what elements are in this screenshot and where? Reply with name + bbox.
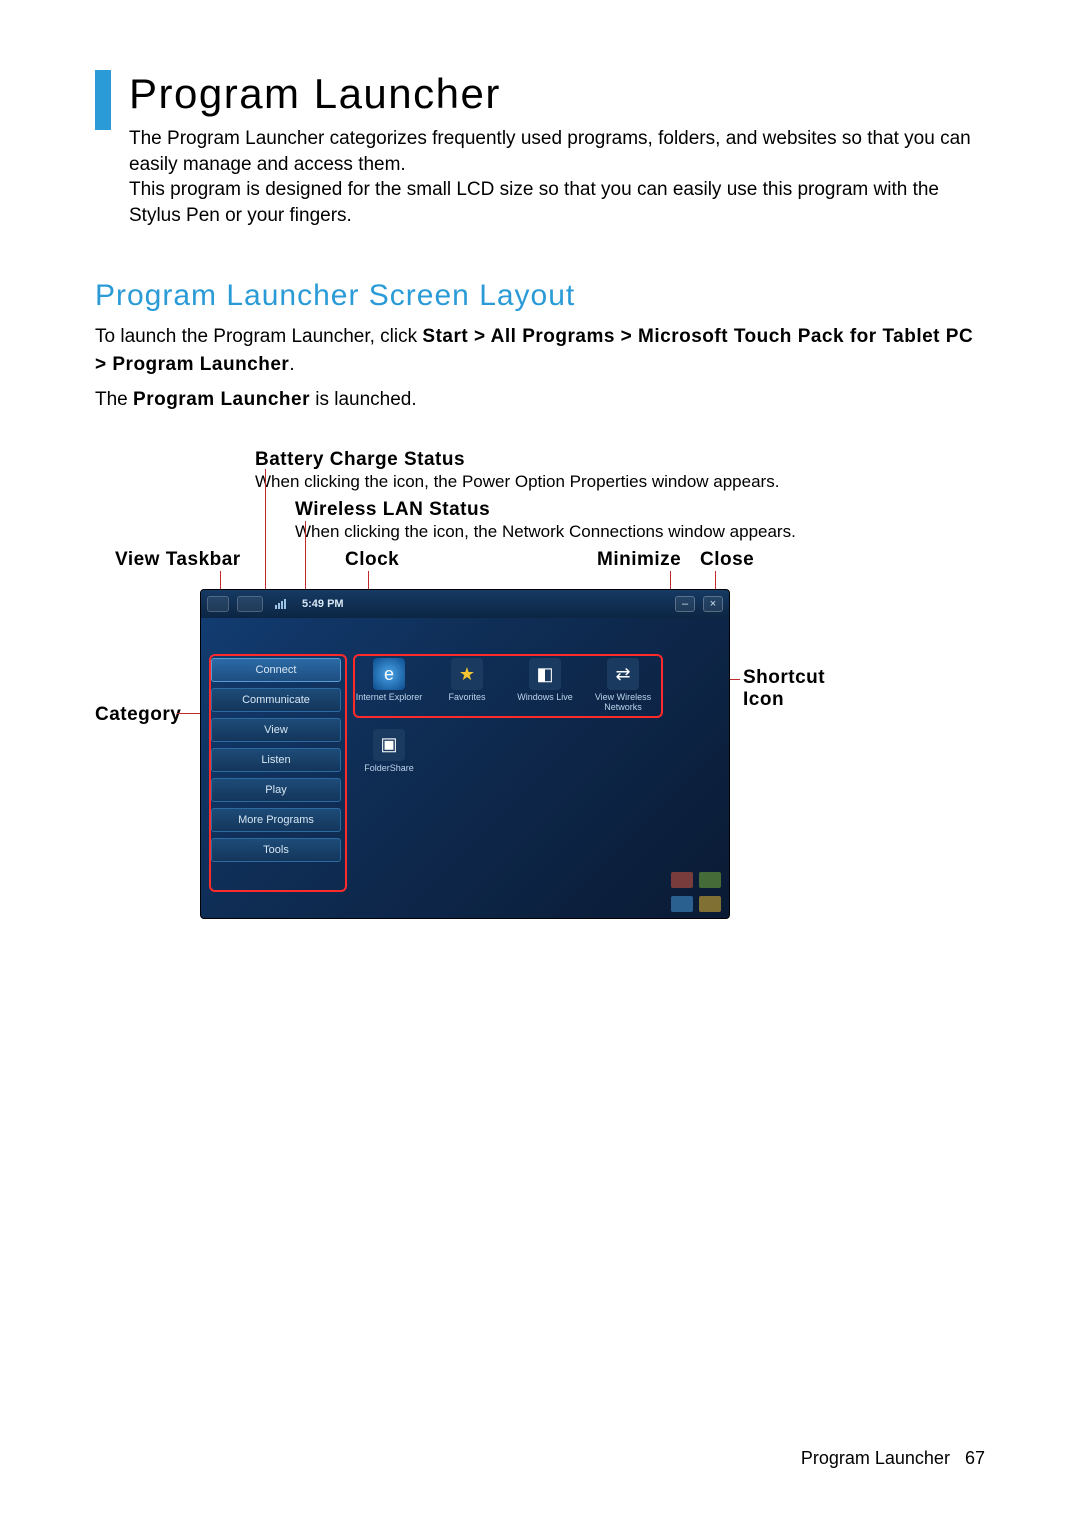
clock-display[interactable]: 5:49 PM (302, 598, 344, 610)
program-launcher-screenshot: 5:49 PM – × Connect Communicate View Lis… (200, 589, 730, 919)
wlan-annotation: Wireless LAN Status When clicking the ic… (295, 499, 796, 543)
battery-desc: When clicking the icon, the Power Option… (255, 472, 779, 491)
category-label: Category (95, 704, 181, 726)
launched-suffix: is launched. (310, 389, 417, 410)
launched-text: The Program Launcher is launched. (95, 386, 985, 415)
battery-icon[interactable] (237, 596, 263, 612)
footer-label: Program Launcher (801, 1448, 950, 1468)
minimize-button[interactable]: – (675, 596, 695, 612)
shortcut-icon-label: Shortcut Icon (743, 667, 833, 711)
screen-layout-diagram: Battery Charge Status When clicking the … (95, 449, 985, 1009)
windows-logo (671, 872, 721, 912)
wlan-desc: When clicking the icon, the Network Conn… (295, 522, 796, 541)
launcher-titlebar: 5:49 PM – × (201, 590, 729, 618)
leader-battery (265, 469, 266, 599)
launch-suffix: . (289, 354, 294, 375)
section-accent-bar (95, 70, 111, 130)
launch-instruction: To launch the Program Launcher, click St… (95, 323, 985, 380)
clock-label: Clock (345, 549, 399, 571)
close-button[interactable]: × (703, 596, 723, 612)
battery-title: Battery Charge Status (255, 449, 465, 470)
minimize-label: Minimize (597, 549, 681, 571)
shortcut-highlight (353, 654, 663, 718)
close-label: Close (700, 549, 754, 571)
battery-annotation: Battery Charge Status When clicking the … (255, 449, 779, 493)
page-title: Program Launcher (129, 70, 985, 118)
wlan-title: Wireless LAN Status (295, 499, 490, 520)
app-icon[interactable]: ▣ FolderShare (355, 729, 423, 774)
launch-prefix: To launch the Program Launcher, click (95, 326, 422, 347)
launched-prefix: The (95, 389, 133, 410)
page-footer: Program Launcher 67 (801, 1448, 985, 1469)
leader-wlan (305, 521, 306, 599)
foldershare-icon: ▣ (373, 729, 405, 761)
intro-paragraph-2: This program is designed for the small L… (129, 177, 985, 228)
taskbar-toggle-button[interactable] (207, 596, 229, 612)
wireless-icon[interactable] (275, 599, 286, 609)
intro-paragraph-1: The Program Launcher categorizes frequen… (129, 126, 985, 177)
footer-page-number: 67 (965, 1448, 985, 1468)
section-subtitle: Program Launcher Screen Layout (95, 279, 985, 313)
view-taskbar-label: View Taskbar (115, 549, 241, 571)
launched-bold: Program Launcher (133, 389, 310, 410)
category-highlight (209, 654, 347, 892)
